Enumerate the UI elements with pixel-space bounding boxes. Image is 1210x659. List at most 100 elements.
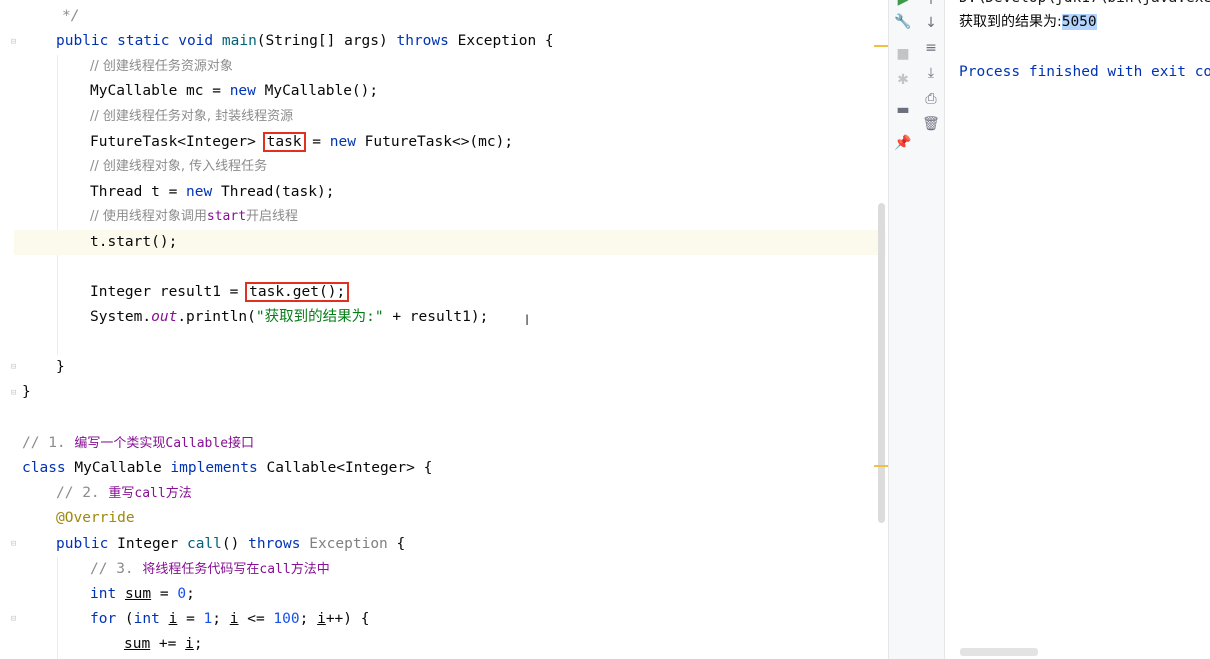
code-line[interactable]: MyCallable mc = new MyCallable(); xyxy=(90,79,378,104)
code-text: ; xyxy=(299,611,318,627)
layout-icon[interactable]: ▬ xyxy=(893,100,913,120)
editor-gutter[interactable] xyxy=(0,0,22,659)
code-line[interactable]: // 2. 重写call方法 xyxy=(56,481,192,506)
scroll-end-icon[interactable]: ⤓ xyxy=(921,63,941,83)
comment-text: 将线程任务代码写在 xyxy=(142,562,260,577)
console-horizontal-scrollbar[interactable] xyxy=(960,648,1038,656)
comment-text: */ xyxy=(62,8,80,24)
warning-marker[interactable] xyxy=(874,465,888,467)
fold-marker[interactable]: ⊟ xyxy=(9,389,18,398)
keyword: int xyxy=(90,586,117,602)
code-text: Exception { xyxy=(448,33,554,49)
code-line[interactable]: sum += i; xyxy=(124,632,203,657)
comment-text: 方法 xyxy=(165,486,192,501)
console-result-label: 获取到的结果为: xyxy=(959,14,1062,30)
code-text: MyCallable xyxy=(65,460,171,476)
variable: sum xyxy=(124,586,152,602)
code-text: MyCallable mc = xyxy=(90,83,230,99)
code-line[interactable]: int sum = 0; xyxy=(90,582,195,607)
code-line[interactable]: // 使用线程对象调用start开启线程 xyxy=(90,204,298,229)
code-text: = xyxy=(177,611,204,627)
code-text: ++) { xyxy=(325,611,370,627)
code-text: = xyxy=(303,134,330,150)
comment-text: 编写一个类实现 xyxy=(74,436,166,451)
indent-guide xyxy=(57,557,58,659)
code-line[interactable]: public Integer call() throws Exception { xyxy=(56,532,405,557)
debug-icon[interactable]: ✱ xyxy=(893,70,913,90)
trash-icon[interactable]: 🗑 xyxy=(921,114,941,134)
variable: i xyxy=(185,636,194,652)
text-cursor-icon: I xyxy=(525,313,530,329)
code-text: Thread(task); xyxy=(212,184,335,200)
wrench-icon[interactable]: 🔧 xyxy=(893,12,913,32)
comment-text: 开启线程 xyxy=(246,209,299,224)
method-name: main xyxy=(221,33,257,49)
code-line[interactable]: // 创建线程任务资源对象 xyxy=(90,54,233,79)
code-line[interactable]: FutureTask<Integer> task = new FutureTas… xyxy=(90,130,513,155)
stop-icon[interactable]: ■ xyxy=(893,44,913,64)
code-text: FutureTask<Integer> xyxy=(90,134,265,150)
code-line[interactable]: // 创建线程任务对象, 封装线程资源 xyxy=(90,104,293,129)
warning-marker[interactable] xyxy=(874,45,888,47)
method-name: call xyxy=(186,536,222,552)
code-text: FutureTask<>(mc); xyxy=(355,134,514,150)
comment-text: // 2. xyxy=(56,485,109,501)
comment-code-ref: Callable xyxy=(165,436,229,451)
fold-marker[interactable]: ⊟ xyxy=(9,363,18,372)
code-line[interactable]: System.out.println("获取到的结果为:" + result1)… xyxy=(90,305,488,330)
comment-text: 重写 xyxy=(108,486,135,501)
comment-text: 接口 xyxy=(228,436,255,451)
comment-text: // 创建线程任务对象, 封装线程资源 xyxy=(90,109,294,124)
exception-type: Exception xyxy=(300,536,388,552)
code-text: += xyxy=(150,636,186,652)
comment-text: // 创建线程对象, 传入线程任务 xyxy=(90,159,268,174)
code-line[interactable]: public static void main(String[] args) t… xyxy=(56,29,554,54)
code-line[interactable]: */ xyxy=(62,4,79,29)
pin-icon[interactable]: 📌 xyxy=(893,133,913,153)
code-text: } xyxy=(22,384,31,400)
up-arrow-icon[interactable]: ↑ xyxy=(921,0,941,10)
fold-marker[interactable]: ⊟ xyxy=(9,540,18,549)
code-line[interactable]: Integer result1 = task.get(); xyxy=(90,280,350,305)
code-line[interactable]: class MyCallable implements Callable<Int… xyxy=(22,456,432,481)
code-text: } xyxy=(56,359,65,375)
run-console[interactable]: D:\Develop\jdk17\bin\java.exe 获取到的结果为:50… xyxy=(945,0,1210,659)
keyword: implements xyxy=(170,460,258,476)
comment-text: // 使用线程对象调用 xyxy=(90,209,207,224)
indent-guide xyxy=(57,55,58,355)
code-line[interactable]: for (int i = 1; i <= 100; i++) { xyxy=(90,607,369,632)
comment-code-ref: call xyxy=(134,486,166,501)
highlight-box-task-get: task.get(); xyxy=(245,282,350,302)
code-line[interactable]: // 创建线程对象, 传入线程任务 xyxy=(90,154,267,179)
code-text: ; xyxy=(186,586,195,602)
keyword: throws xyxy=(248,536,301,552)
code-text: System. xyxy=(90,309,152,325)
code-line[interactable]: // 1. 编写一个类实现Callable接口 xyxy=(22,431,254,456)
code-text: Thread t = xyxy=(90,184,187,200)
run-icon[interactable]: ▶ xyxy=(893,0,913,10)
code-text: ( xyxy=(116,611,134,627)
code-line[interactable]: } xyxy=(56,355,65,380)
keyword: throws xyxy=(396,33,449,49)
static-field: out xyxy=(151,309,178,325)
keyword: new xyxy=(229,83,256,99)
code-line[interactable]: @Override xyxy=(56,506,135,531)
number-literal: 0 xyxy=(177,586,187,602)
code-line[interactable]: Thread t = new Thread(task); xyxy=(90,180,334,205)
code-text: ; xyxy=(212,611,230,627)
code-editor[interactable]: ⊟ ⊟ ⊟ ⊟ ⊟ */ public static void main(Str… xyxy=(0,0,888,659)
console-result-value: 5050 xyxy=(1061,14,1097,30)
soft-wrap-icon[interactable]: ≡ xyxy=(921,38,941,58)
code-line[interactable]: } xyxy=(22,380,31,405)
code-line[interactable]: // 3. 将线程任务代码写在call方法中 xyxy=(90,557,330,582)
code-line[interactable]: t.start(); xyxy=(90,230,177,255)
editor-scrollbar-thumb[interactable] xyxy=(878,203,885,523)
number-literal: 1 xyxy=(203,611,213,627)
print-icon[interactable]: ⎙ xyxy=(921,89,941,109)
comment-code-ref: start xyxy=(206,209,247,224)
down-arrow-icon[interactable]: ↓ xyxy=(921,13,941,33)
variable: sum xyxy=(124,636,151,652)
code-text: Integer result1 = xyxy=(90,284,248,300)
fold-marker[interactable]: ⊟ xyxy=(9,615,18,624)
fold-marker[interactable]: ⊟ xyxy=(9,38,18,47)
